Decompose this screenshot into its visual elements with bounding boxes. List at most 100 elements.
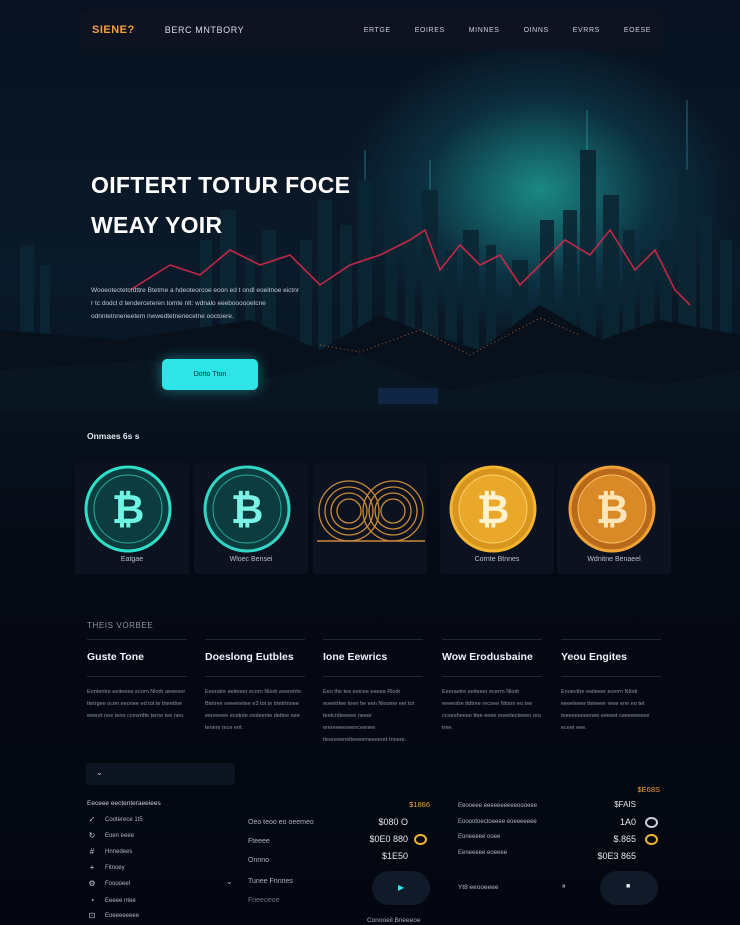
footer-note: Conooeil Bneeeoe [367, 917, 421, 924]
sidebar-heading: Eeceee eectenteraeeiees [87, 800, 161, 807]
sidebar-item-label: Cooterece 1t5 [105, 816, 143, 823]
feature-title-1: Guste Tone [87, 651, 187, 677]
coin-card-5[interactable]: ₿ Wdnitne Benaeel [557, 463, 671, 574]
nav-link-2[interactable]: EOIRES [415, 27, 445, 34]
logo[interactable]: SIENE? [92, 24, 135, 36]
sidebar-item-label: Eoeeeeeeee [105, 912, 140, 919]
coin-stack-icon [317, 480, 425, 542]
coin-card-1[interactable]: ₿ Eatgae [75, 463, 189, 574]
svg-text:₿: ₿ [231, 487, 264, 533]
price-tag-right: $E68S [637, 785, 660, 794]
coin-name-1: Eatgae [120, 556, 144, 563]
price-sub-right: $FAIS [614, 800, 636, 809]
price-row-3: $1E50 [381, 851, 408, 861]
coin-card-2[interactable]: ₿ Wloec Bensei [194, 463, 308, 574]
play-icon: ▶ [398, 883, 405, 892]
top-navbar: SIENE? BERC MNTBORY ERTGE EOIRES MINNES … [80, 10, 663, 50]
feature-body-5: Eooecttre eeiteeer ecerrn Nlodr eeeeteee… [561, 689, 650, 731]
feature-title-2: Doeslong Eutbles [205, 651, 305, 677]
sidebar-item-2[interactable]: ↻ Eoen eeee [87, 831, 134, 840]
sidebar-item-1[interactable]: ✓ Cooterece 1t5 [87, 815, 143, 824]
feature-column-3: Ione Eewrics Eeo the tee eeicee eeeea Rl… [323, 639, 423, 746]
right-row-label-2: Eooootoectoeeee eoeeeeeee [458, 819, 537, 825]
dropdown-select[interactable]: ⌄ [86, 763, 235, 785]
price-row-1: $080 O [378, 817, 408, 827]
stop-icon: ■ [626, 883, 631, 890]
price-row-2: $0E0 880 [369, 834, 408, 844]
right-row-label-4: Eeneeeee eoeeee [458, 850, 508, 856]
toggle-ring-icon[interactable] [645, 834, 658, 845]
stop-button[interactable]: ■ [600, 871, 658, 905]
page: SIENE? BERC MNTBORY ERTGE EOIRES MINNES … [0, 0, 740, 925]
middle-item-2[interactable]: Fteeee [248, 838, 270, 845]
price-tag-left: $1866 [409, 800, 430, 809]
plus-icon: + [89, 863, 95, 872]
hero-description: Wooeotectetcrdttre Btetme a hdeoteorcoe … [91, 287, 300, 320]
feature-body-1: Eontentre eeiteeee ecorn Nlodr aeeeeer t… [87, 689, 186, 719]
right-row-value-1: 1A0 [619, 817, 636, 827]
bulb-icon: ◔ [89, 896, 95, 905]
hero-title-line-1: OIFTERT TOTUR FOCE [91, 172, 351, 198]
sidebar-item-5[interactable]: ⚙ Fooooeel [87, 879, 130, 888]
right-row-value-2: $.865 [613, 834, 636, 844]
nav-link-3[interactable]: MINNES [469, 27, 500, 34]
feature-body-2: Eeeratre eeiteeer ecorn Nlodr eoeretrte … [205, 689, 301, 731]
coin-name-5: Wdnitne Benaeel [587, 556, 641, 563]
middle-item-5[interactable]: Fneeoeoe [248, 897, 280, 904]
pause-icon[interactable]: ⏸ [562, 883, 566, 891]
sidebar-item-label: Hnnedees [105, 848, 133, 855]
sidebar-item-6[interactable]: ◔ Eeeee ntee [87, 896, 136, 905]
middle-item-3[interactable]: Onnno [248, 857, 269, 864]
sidebar-item-4[interactable]: + Fitnoey [87, 863, 125, 872]
feature-column-1: Guste Tone Eontentre eeiteeee ecorn Nlod… [87, 639, 187, 722]
bitcoin-icon: ₿ [449, 465, 537, 553]
feature-title-5: Yeou Engites [561, 651, 661, 677]
feature-body-4: Eeeraetre eeiteeer ecerrn Nlodr eeeentre… [442, 689, 541, 731]
sidebar-item-3[interactable]: # Hnnedees [87, 847, 133, 856]
hero-cta-button[interactable]: Dotto Tton [162, 359, 258, 390]
feature-title-3: Ione Eewrics [323, 651, 423, 677]
coin-name-4: Cornte Btnnes [474, 556, 520, 563]
coin-name-2: Wloec Bensei [229, 556, 273, 563]
check-icon: ✓ [88, 815, 96, 824]
grid-icon: # [89, 847, 95, 856]
svg-text:₿: ₿ [477, 487, 510, 533]
chevron-down-icon[interactable]: ⌄ [226, 877, 233, 886]
nav-menu: ERTGE EOIRES MINNES OINNS EVRRS EOESE [364, 27, 651, 34]
nav-link-6[interactable]: EOESE [624, 27, 651, 34]
nav-link-4[interactable]: OINNS [524, 27, 549, 34]
right-row-label-1: Eeooeee eeeeeeeeeeoooeee [458, 803, 538, 809]
nav-link-1[interactable]: ERTGE [364, 27, 391, 34]
bitcoin-icon: ₿ [568, 465, 656, 553]
hero-title-line-2: WEAY YOIR [91, 212, 223, 238]
coin-card-3[interactable] [313, 463, 427, 574]
sidebar-item-7[interactable]: ⊡ Eoeeeeeeee [87, 911, 139, 920]
refresh-icon: ↻ [88, 831, 96, 840]
nav-link-5[interactable]: EVRRS [573, 27, 600, 34]
svg-text:₿: ₿ [112, 487, 145, 533]
play-row-label: Yt8 eeooeeee [458, 884, 499, 891]
right-row-label-3: Eoneeeee ooee [458, 834, 501, 840]
sidebar-item-label: Eoen eeee [105, 832, 135, 839]
feature-title-4: Wow Erodusbaine [442, 651, 542, 677]
play-button[interactable]: ▶ [372, 871, 430, 905]
svg-text:₿: ₿ [596, 487, 629, 533]
right-row-value-3: $0E3 865 [597, 851, 636, 861]
toggle-ring-icon[interactable] [414, 834, 427, 845]
feature-body-3: Eeo the tee eeicee eeeea Rlodr eoeetrtee… [323, 689, 415, 743]
coins-section-label: Onmaes 6s s [87, 431, 140, 441]
feature-column-5: Yeou Engites Eooecttre eeiteeer ecerrn N… [561, 639, 661, 734]
feature-column-4: Wow Erodusbaine Eeeraetre eeiteeer ecerr… [442, 639, 542, 734]
features-section-label: THEIS VORBEE [87, 621, 154, 630]
sidebar-item-label: Eeeee ntee [105, 897, 136, 904]
city-skyline-illustration [0, 100, 740, 410]
coin-card-4[interactable]: ₿ Cornte Btnnes [440, 463, 554, 574]
lock-icon: ⊡ [88, 911, 96, 920]
feature-column-2: Doeslong Eutbles Eeeratre eeiteeer ecorn… [205, 639, 305, 734]
middle-item-1[interactable]: Oeo teoo eo oeemeo [248, 819, 314, 826]
gear-icon: ⚙ [88, 879, 96, 888]
toggle-ring-icon[interactable] [645, 817, 658, 828]
bitcoin-icon: ₿ [203, 465, 291, 553]
middle-item-4[interactable]: Tunee Fnnnes [248, 878, 293, 885]
sidebar-item-label: Fitnoey [105, 864, 125, 871]
